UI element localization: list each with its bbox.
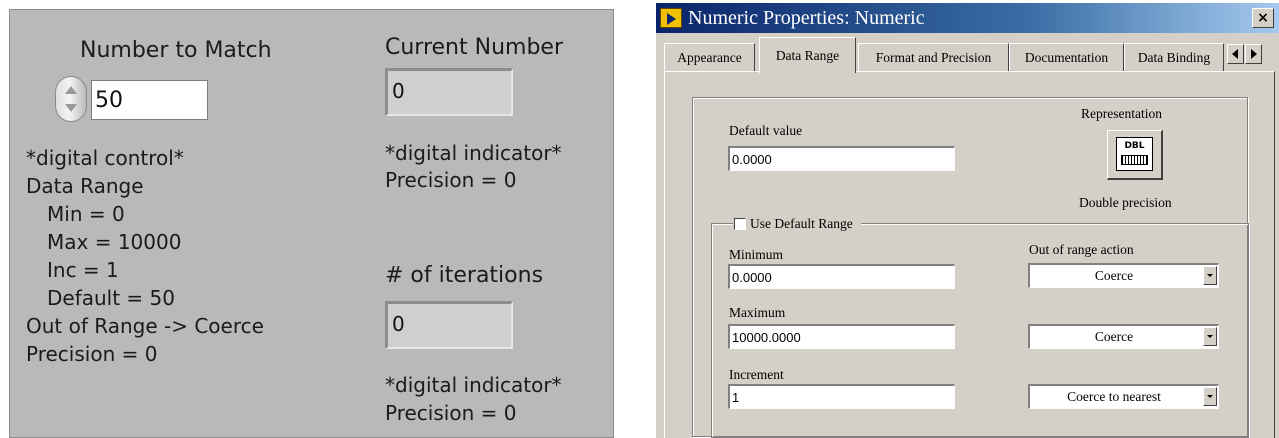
number-to-match-label: Number to Match — [80, 38, 272, 63]
close-button[interactable]: × — [1252, 8, 1274, 28]
iterations-indicator: 0 — [385, 301, 513, 349]
representation-type: Double precision — [1079, 195, 1172, 210]
control-note: Default = 50 — [47, 286, 175, 310]
chevron-down-icon[interactable] — [1203, 266, 1217, 285]
chevron-down-icon[interactable] — [1203, 327, 1217, 346]
tab-format-and-precision[interactable]: Format and Precision — [858, 43, 1009, 71]
maximum-field[interactable]: 10000.0000 — [728, 324, 955, 349]
arrow-right-icon — [1251, 49, 1257, 59]
data-range-page: Default value 0.0000 Representation DBL … — [664, 71, 1275, 438]
use-default-range-label: Use Default Range — [750, 216, 853, 231]
tab-data-range[interactable]: Data Range — [759, 37, 856, 73]
tab-appearance[interactable]: Appearance — [664, 43, 755, 71]
default-value-label: Default value — [729, 123, 803, 138]
chevron-down-icon[interactable] — [1203, 387, 1217, 406]
control-note: Max = 10000 — [47, 230, 182, 254]
control-note: Inc = 1 — [47, 258, 119, 282]
tab-documentation[interactable]: Documentation — [1009, 43, 1124, 71]
indicator-note: *digital indicator* — [385, 141, 562, 165]
minimum-field[interactable]: 0.0000 — [728, 264, 955, 289]
title-bar[interactable]: Numeric Properties: Numeric × — [656, 3, 1279, 33]
control-note: *digital control* — [26, 146, 184, 170]
dbl-icon: DBL — [1116, 137, 1153, 171]
range-group-legend: Use Default Range — [733, 216, 861, 232]
tab-data-binding[interactable]: Data Binding — [1124, 43, 1224, 71]
tab-scroll-right-button[interactable] — [1245, 44, 1262, 64]
representation-label: Representation — [1081, 106, 1162, 121]
control-note: Precision = 0 — [26, 342, 158, 366]
front-panel: Number to Match 50 *digital control* Dat… — [9, 9, 614, 438]
decrement-arrow-icon[interactable] — [65, 104, 77, 112]
indicator-note: *digital indicator* — [385, 373, 562, 397]
indicator-note: Precision = 0 — [385, 168, 517, 192]
dialog-title: Numeric Properties: Numeric — [688, 7, 925, 29]
increment-action-select[interactable]: Coerce to nearest — [1028, 384, 1219, 409]
increment-arrow-icon[interactable] — [65, 86, 77, 94]
maximum-action-select[interactable]: Coerce — [1028, 324, 1219, 349]
use-default-range-checkbox[interactable] — [734, 218, 746, 230]
control-note: Out of Range -> Coerce — [26, 314, 264, 338]
increment-decrement-arrows[interactable] — [55, 76, 87, 122]
out-of-range-label: Out of range action — [1029, 242, 1134, 257]
control-note: Data Range — [26, 174, 144, 198]
numeric-bar-icon — [1121, 155, 1148, 165]
maximum-action-value: Coerce — [1094, 329, 1134, 344]
labview-app-icon — [660, 8, 682, 28]
numeric-properties-dialog: Numeric Properties: Numeric × Appearance… — [655, 2, 1279, 438]
current-number-label: Current Number — [385, 35, 563, 60]
representation-button[interactable]: DBL — [1107, 130, 1163, 180]
iterations-label: # of iterations — [385, 263, 544, 288]
arrow-left-icon — [1232, 49, 1238, 59]
increment-label: Increment — [729, 367, 784, 382]
number-to-match-control[interactable]: 50 — [91, 80, 208, 120]
current-number-indicator: 0 — [385, 68, 513, 116]
minimum-action-value: Coerce — [1094, 268, 1134, 283]
increment-action-value: Coerce to nearest — [1067, 389, 1161, 404]
tab-scroll-left-button[interactable] — [1227, 44, 1244, 64]
indicator-note: Precision = 0 — [385, 401, 517, 425]
increment-field[interactable]: 1 — [728, 384, 955, 409]
minimum-action-select[interactable]: Coerce — [1028, 263, 1219, 288]
minimum-label: Minimum — [729, 247, 784, 262]
maximum-label: Maximum — [729, 305, 786, 320]
default-value-field[interactable]: 0.0000 — [728, 146, 955, 171]
dbl-icon-text: DBL — [1124, 141, 1145, 151]
control-note: Min = 0 — [47, 202, 125, 226]
